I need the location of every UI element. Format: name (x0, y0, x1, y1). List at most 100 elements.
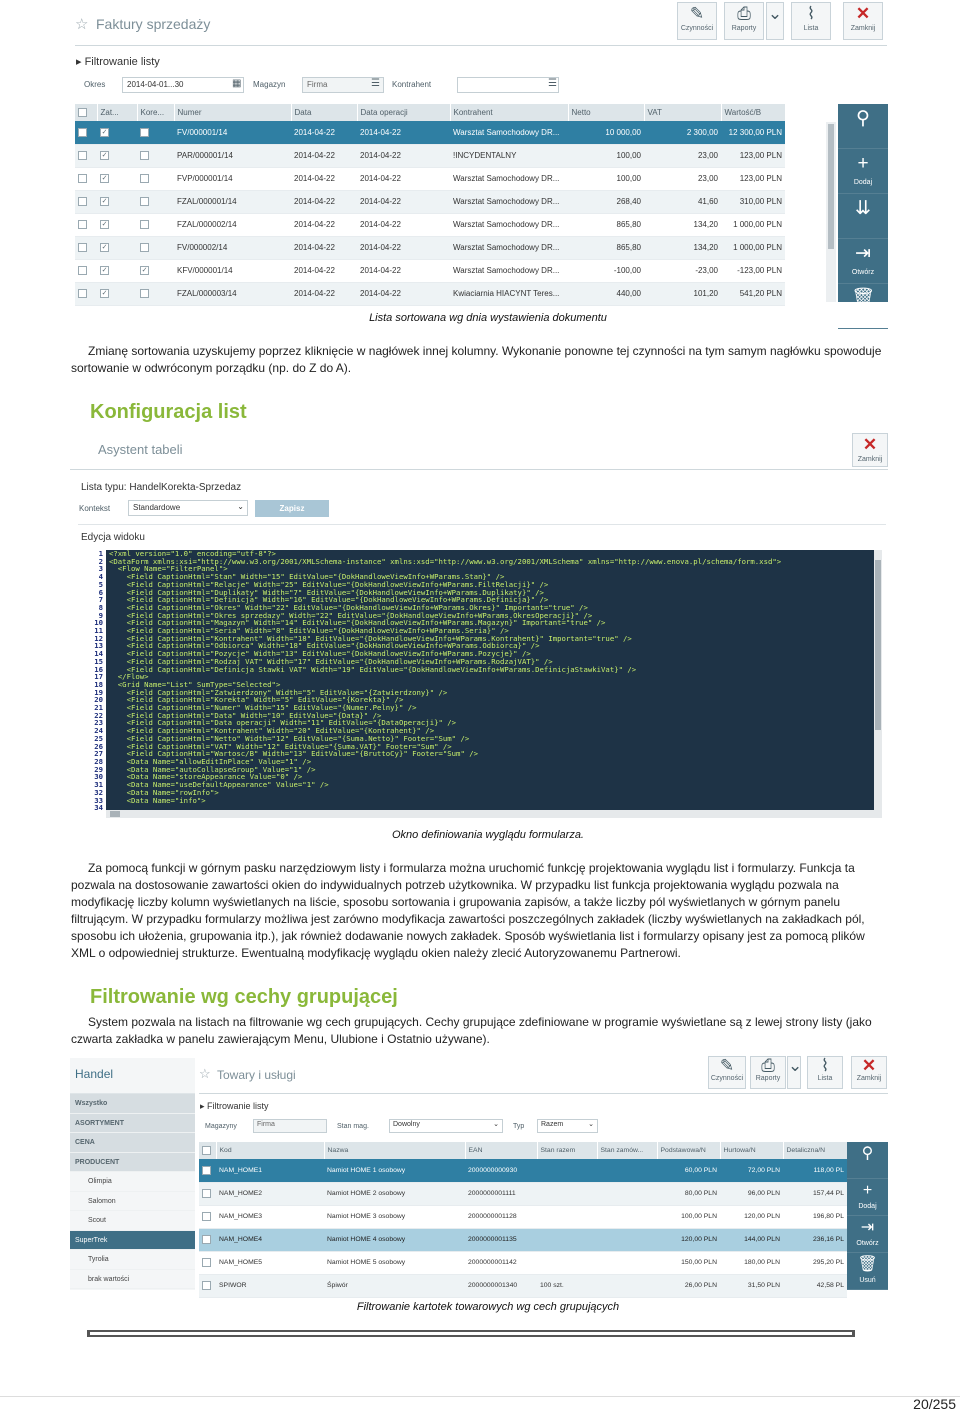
nav-item[interactable]: brak wartości (70, 1270, 195, 1289)
column-header[interactable]: Podstawowa/N (657, 1142, 721, 1159)
correction-checkbox[interactable] (137, 236, 174, 260)
table-row[interactable]: ✓ FZAL/000002/14 2014-04-22 2014-04-22 Warsz… (75, 213, 785, 237)
column-header[interactable]: Data (291, 104, 358, 121)
column-header[interactable]: Zat... (97, 104, 138, 121)
star-icon[interactable]: ☆ (199, 1066, 211, 1082)
more-dropdown-button[interactable]: ⌄ (787, 1056, 802, 1089)
correction-checkbox[interactable] (137, 121, 174, 145)
kontrahent-input[interactable] (457, 77, 559, 93)
table-row[interactable]: ✓ ✓ KFV/000001/14 2014-04-22 2014-04-22 Warsz… (75, 259, 785, 283)
row-select-checkbox[interactable] (75, 167, 97, 191)
nav-item[interactable]: SuperTrek (70, 1230, 195, 1250)
table-row[interactable]: ✓ FV/000002/14 2014-04-22 2014-04-22 Warszta… (75, 236, 785, 260)
sidebar-button[interactable]: ⇥ Otwórz (847, 1216, 888, 1253)
table-row[interactable]: NAM_HOME1 Namiot HOME 1 osobowy 2000000000… (199, 1159, 847, 1183)
approved-checkbox[interactable]: ✓ (97, 236, 137, 260)
row-select-checkbox[interactable] (199, 1274, 216, 1298)
column-header[interactable]: Kore... (137, 104, 175, 121)
column-header[interactable]: Data operacji (357, 104, 451, 121)
approved-checkbox[interactable]: ✓ (97, 213, 137, 237)
column-header[interactable]: Stan razem (537, 1142, 598, 1159)
editor-scrollbar[interactable] (874, 550, 882, 818)
table-row[interactable]: NAM_HOME4 Namiot HOME 4 osobowy 2000000001… (199, 1228, 847, 1252)
select-all-checkbox[interactable] (75, 104, 98, 121)
reports-button[interactable]: ⎙ Raporty (750, 1056, 786, 1089)
kontekst-select[interactable]: Standardowe ⌄ (128, 500, 248, 516)
nav-item[interactable]: CENA (70, 1133, 195, 1153)
star-icon[interactable]: ☆ (75, 15, 88, 33)
nav-item[interactable]: ASORTYMENT (70, 1113, 195, 1133)
sidebar-button[interactable]: + Dodaj (847, 1179, 888, 1216)
list-button[interactable]: ⌇ Lista (791, 2, 831, 40)
table-scrollbar[interactable] (826, 122, 836, 302)
row-select-checkbox[interactable] (75, 259, 97, 283)
sidebar-button[interactable]: + Dodaj (838, 149, 888, 194)
table-row[interactable]: ✓ FZAL/000001/14 2014-04-22 2014-04-22 Warsz… (75, 190, 785, 214)
nav-item[interactable]: Salomon (70, 1192, 195, 1211)
correction-checkbox[interactable] (137, 144, 174, 168)
close-button[interactable]: ✕ Zamknij (852, 433, 888, 467)
kontrahent-list-icon[interactable]: ☰ (548, 78, 557, 89)
correction-checkbox[interactable] (137, 190, 174, 214)
column-header[interactable]: Nazwa (324, 1142, 466, 1159)
column-header[interactable]: Hurtowa/N (720, 1142, 784, 1159)
approved-checkbox[interactable]: ✓ (97, 190, 137, 214)
nav-item[interactable]: Tyrolia (70, 1250, 195, 1270)
editor-hscrollbar[interactable] (106, 810, 882, 818)
table-row[interactable]: ✓ PAR/000001/14 2014-04-22 2014-04-22 !INCYD… (75, 144, 785, 168)
column-header[interactable]: Detaliczna/N (783, 1142, 848, 1159)
row-select-checkbox[interactable] (75, 121, 97, 145)
magazyny-input[interactable]: Firma (253, 1119, 327, 1133)
column-header[interactable]: Wartość/B (721, 104, 786, 121)
row-select-checkbox[interactable] (199, 1251, 216, 1275)
column-header[interactable]: Kontrahent (450, 104, 569, 121)
table-row[interactable]: NAM_HOME5 Namiot HOME 5 osobowy 2000000001… (199, 1251, 847, 1275)
sidebar-button[interactable]: ⚲ (847, 1142, 888, 1179)
sidebar-button[interactable]: 🗑 Usuń (847, 1253, 888, 1290)
close-button[interactable]: ✕ Zamknij (843, 2, 883, 40)
xml-code-editor[interactable]: 1 2 3 4 5 6 7 8 9 10 11 12 13 14 15 16 1… (82, 550, 882, 818)
select-all-checkbox[interactable] (199, 1142, 217, 1159)
column-header[interactable]: Numer (174, 104, 292, 121)
calendar-icon[interactable]: ▦ (232, 78, 241, 89)
row-select-checkbox[interactable] (199, 1182, 216, 1206)
okres-input[interactable]: 2014-04-01...30 (122, 77, 244, 93)
row-select-checkbox[interactable] (75, 213, 97, 237)
sidebar-button[interactable]: ⇊ (838, 194, 888, 239)
correction-checkbox[interactable]: ✓ (137, 259, 174, 283)
filter-panel-title[interactable]: ▸ Filtrowanie listy (200, 1101, 269, 1112)
correction-checkbox[interactable] (137, 213, 174, 237)
row-select-checkbox[interactable] (199, 1228, 216, 1252)
sidebar-button[interactable]: ⚲ (838, 104, 888, 149)
table-row[interactable]: ✓ FVP/000001/14 2014-04-22 2014-04-22 Warszt… (75, 167, 785, 191)
table-row[interactable]: NAM_HOME3 Namiot HOME 3 osobowy 2000000001… (199, 1205, 847, 1229)
approved-checkbox[interactable]: ✓ (97, 259, 137, 283)
table-row[interactable]: NAM_HOME2 Namiot HOME 2 osobowy 2000000001… (199, 1182, 847, 1206)
more-dropdown-button[interactable]: ⌄ (766, 2, 784, 40)
sidebar-button[interactable]: ⇥ Otwórz (838, 239, 888, 284)
correction-checkbox[interactable] (137, 167, 174, 191)
reports-button[interactable]: ⎙ Raporty (724, 2, 764, 40)
table-row[interactable]: ✓ FV/000001/14 2014-04-22 2014-04-22 Warszta… (75, 121, 785, 145)
nav-item[interactable]: Wszystko (70, 1094, 195, 1114)
row-select-checkbox[interactable] (199, 1159, 216, 1183)
magazyn-list-icon[interactable]: ☰ (371, 78, 380, 89)
column-header[interactable]: Stan zamów... (597, 1142, 658, 1159)
row-select-checkbox[interactable] (199, 1205, 216, 1229)
correction-checkbox[interactable] (137, 282, 174, 306)
save-button[interactable]: Zapisz (255, 500, 329, 517)
approved-checkbox[interactable]: ✓ (97, 282, 137, 306)
typ-select[interactable]: Razem ⌄ (537, 1119, 598, 1133)
column-header[interactable]: EAN (465, 1142, 538, 1159)
column-header[interactable]: VAT (644, 104, 722, 121)
table-row[interactable]: SPIWOR Śpiwór 2000000001340 100 szt. 26,00 P… (199, 1274, 847, 1298)
approved-checkbox[interactable]: ✓ (97, 144, 137, 168)
row-select-checkbox[interactable] (75, 282, 97, 306)
row-select-checkbox[interactable] (75, 236, 97, 260)
nav-item[interactable]: Olimpia (70, 1172, 195, 1192)
list-button[interactable]: ⌇ Lista (807, 1056, 843, 1089)
filter-panel-title[interactable]: ▸ Filtrowanie listy (76, 55, 160, 68)
column-header[interactable]: Netto (568, 104, 645, 121)
approved-checkbox[interactable]: ✓ (97, 167, 137, 191)
column-header[interactable]: Kod (216, 1142, 325, 1159)
